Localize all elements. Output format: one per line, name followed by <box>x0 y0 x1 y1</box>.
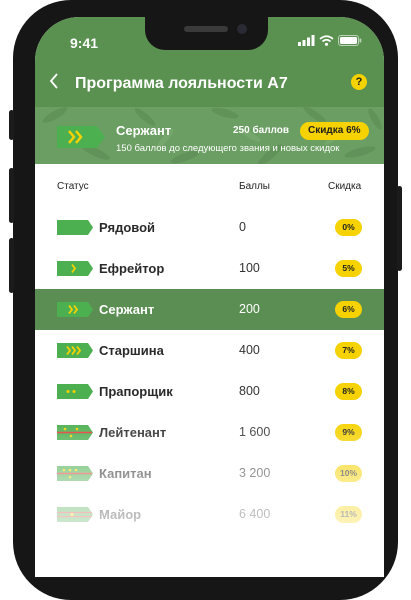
rank-name: Ефрейтор <box>99 261 165 276</box>
table-row[interactable]: Капитан 3 200 10% <box>35 453 384 494</box>
app-header: Программа лояльности А7 ? <box>35 65 384 107</box>
rank-points: 400 <box>239 343 260 357</box>
page-title: Программа лояльности А7 <box>75 75 288 92</box>
rank-badge-icon <box>57 302 93 317</box>
rank-discount-badge: 7% <box>335 342 362 359</box>
current-discount-badge: Скидка 6% <box>300 122 369 140</box>
rank-points: 800 <box>239 384 260 398</box>
current-rank-banner: Сержант 250 баллов Скидка 6% 150 баллов … <box>35 107 384 164</box>
rank-points: 3 200 <box>239 466 271 480</box>
rank-discount-badge: 8% <box>335 383 362 400</box>
rank-name: Прапорщик <box>99 384 173 399</box>
side-button-volume-down <box>9 238 14 293</box>
rank-points: 100 <box>239 261 260 275</box>
status-time: 9:41 <box>70 35 99 51</box>
table-row[interactable]: Майор 6 400 11% <box>35 494 384 535</box>
rank-badge-icon <box>57 507 93 522</box>
next-rank-text: 150 баллов до следующего звания и новых … <box>116 143 340 154</box>
front-camera <box>237 24 247 34</box>
table-row[interactable]: Прапорщик 800 8% <box>35 371 384 412</box>
rank-badge-icon <box>57 261 93 276</box>
rank-badge-icon <box>57 220 93 235</box>
rank-name: Лейтенант <box>99 425 167 440</box>
signal-icon <box>298 35 315 46</box>
rank-name: Майор <box>99 507 142 522</box>
wifi-icon <box>319 35 334 46</box>
rank-badge-icon <box>57 343 93 358</box>
rank-points: 1 600 <box>239 425 271 439</box>
speaker <box>184 26 228 32</box>
status-icons <box>298 35 362 46</box>
current-points: 250 баллов <box>233 125 290 136</box>
rank-discount-badge: 10% <box>335 465 362 482</box>
rank-badge-icon <box>57 466 93 481</box>
side-button-mute <box>9 110 14 140</box>
header-status: Статус <box>57 181 89 192</box>
side-button-power <box>397 186 402 271</box>
screen: 9:41 Программа лояльности А7 ? Сержант 2… <box>35 17 384 577</box>
rank-name: Сержант <box>99 302 155 317</box>
chevron-left-icon <box>49 73 58 89</box>
rank-name: Старшина <box>99 343 164 358</box>
back-button[interactable] <box>49 72 59 95</box>
rank-discount-badge: 0% <box>335 219 362 236</box>
table-row[interactable]: Рядовой 0 0% <box>35 207 384 248</box>
table-row[interactable]: Старшина 400 7% <box>35 330 384 371</box>
rank-discount-badge: 9% <box>335 424 362 441</box>
header-discount: Скидка <box>328 181 362 192</box>
rank-name: Рядовой <box>99 220 156 235</box>
notch <box>145 17 268 50</box>
rank-badge-icon <box>57 425 93 440</box>
table-row[interactable]: Лейтенант 1 600 9% <box>35 412 384 453</box>
sergeant-rank-icon <box>57 126 105 148</box>
rank-badge-icon <box>57 384 93 399</box>
current-rank-name: Сержант <box>116 123 172 138</box>
table-row[interactable]: Ефрейтор 100 5% <box>35 248 384 289</box>
rank-points: 6 400 <box>239 507 271 521</box>
battery-icon <box>338 35 362 46</box>
header-points: Баллы <box>239 181 270 192</box>
side-button-volume-up <box>9 168 14 223</box>
rank-discount-badge: 5% <box>335 260 362 277</box>
rank-discount-badge: 11% <box>335 506 362 523</box>
rank-points: 200 <box>239 302 260 316</box>
help-button[interactable]: ? <box>351 74 367 90</box>
table-header: Статус Баллы Скидка <box>35 177 384 197</box>
rank-points: 0 <box>239 220 246 234</box>
table-row-current[interactable]: Сержант 200 6% <box>35 289 384 330</box>
rank-discount-badge: 6% <box>335 301 362 318</box>
rank-name: Капитан <box>99 466 152 481</box>
